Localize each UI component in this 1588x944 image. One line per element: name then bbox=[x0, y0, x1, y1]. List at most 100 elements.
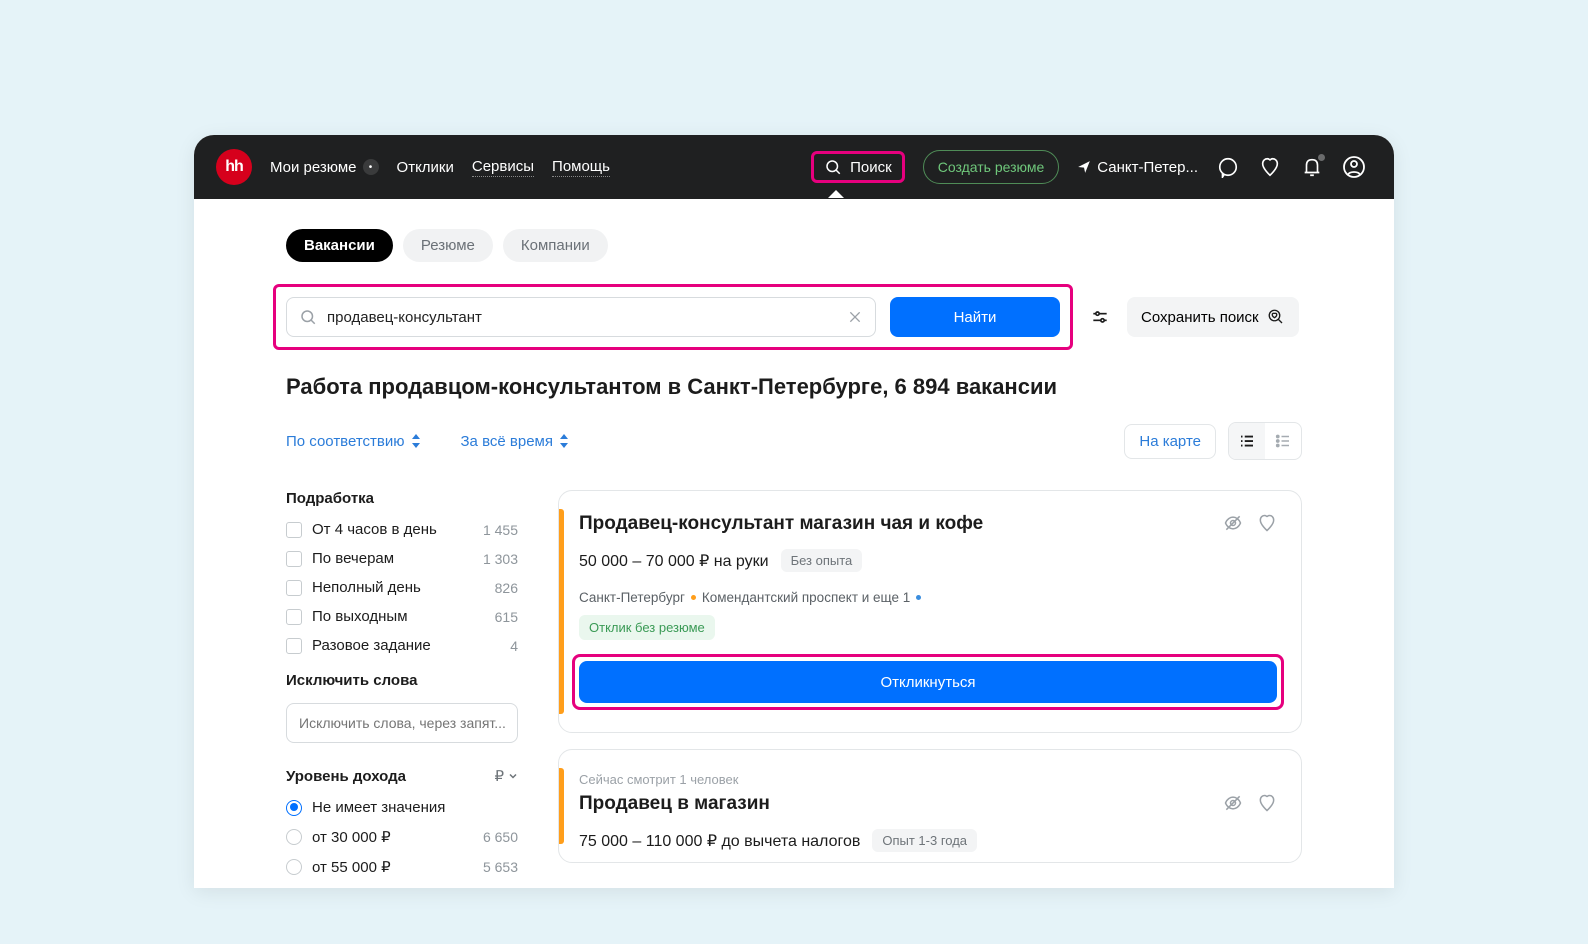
metro-label: Комендантский проспект и еще 1 bbox=[702, 590, 910, 605]
profile-icon[interactable] bbox=[1342, 155, 1366, 179]
page-title: Работа продавцом-консультантом в Санкт-П… bbox=[286, 374, 1302, 400]
filter-checkbox-row[interactable]: По вечерам1 303 bbox=[286, 550, 518, 567]
card-accent-stripe bbox=[559, 509, 564, 714]
no-resume-chip: Отклик без резюме bbox=[579, 615, 715, 640]
filter-radio-row[interactable]: Не имеет значения bbox=[286, 799, 518, 816]
income-title-label: Уровень дохода bbox=[286, 768, 406, 785]
checkbox-icon bbox=[286, 580, 302, 596]
filter-parttime-title: Подработка bbox=[286, 490, 518, 507]
search-type-tabs: Вакансии Резюме Компании bbox=[286, 229, 1302, 262]
filter-label: Неполный день bbox=[312, 579, 421, 596]
location-arrow-icon bbox=[1077, 160, 1091, 174]
hide-icon[interactable] bbox=[1223, 793, 1243, 813]
chat-icon[interactable] bbox=[1216, 155, 1240, 179]
salary-text: 50 000 – 70 000 ₽ на руки bbox=[579, 551, 769, 571]
main-columns: Подработка От 4 часов в день 1 455 По вече… bbox=[286, 490, 1302, 888]
radio-icon bbox=[286, 800, 302, 816]
filter-checkbox-row[interactable]: От 4 часов в день 1 455 bbox=[286, 521, 518, 538]
filter-label: от 30 000 ₽ bbox=[312, 828, 391, 846]
experience-chip: Опыт 1-3 года bbox=[872, 829, 977, 852]
tab-vacancies[interactable]: Вакансии bbox=[286, 229, 393, 262]
find-button[interactable]: Найти bbox=[890, 297, 1060, 337]
currency-label: ₽ bbox=[494, 767, 504, 785]
favorite-icon[interactable] bbox=[1257, 793, 1277, 813]
map-view-button[interactable]: На карте bbox=[1124, 424, 1216, 459]
vacancy-title: Продавец-консультант магазин чая и кофе bbox=[579, 513, 983, 535]
filter-checkbox-row[interactable]: Разовое задание 4 bbox=[286, 637, 518, 654]
clear-icon[interactable] bbox=[847, 309, 863, 325]
create-resume-button[interactable]: Создать резюме bbox=[923, 150, 1060, 184]
nav-search-label: Поиск bbox=[850, 159, 892, 176]
filter-count: 615 bbox=[495, 609, 518, 625]
salary-text: 75 000 – 110 000 ₽ до вычета налогов bbox=[579, 831, 860, 851]
hide-icon[interactable] bbox=[1223, 513, 1243, 533]
income-currency-selector[interactable]: ₽ bbox=[494, 767, 518, 785]
card-accent-stripe bbox=[559, 768, 564, 844]
sort-period[interactable]: За всё время bbox=[461, 433, 569, 450]
viewing-now-label: Сейчас смотрит 1 человек bbox=[579, 772, 1277, 787]
filter-count: 1 455 bbox=[483, 522, 518, 538]
metro-dot-icon bbox=[916, 595, 921, 600]
favorite-icon[interactable] bbox=[1257, 513, 1277, 533]
sort-arrows-icon bbox=[411, 434, 421, 448]
nav-help[interactable]: Помощь bbox=[552, 158, 610, 177]
apply-highlight: Откликнуться bbox=[572, 654, 1284, 710]
favorites-icon[interactable] bbox=[1258, 155, 1282, 179]
filter-count: 4 bbox=[510, 638, 518, 654]
app-window: hh Мои резюме • Отклики Сервисы Помощь П… bbox=[194, 135, 1394, 888]
nav-services[interactable]: Сервисы bbox=[472, 158, 534, 177]
city-label: Санкт-Петербург bbox=[579, 590, 685, 605]
filter-label: Разовое задание bbox=[312, 637, 431, 654]
sort-period-label: За всё время bbox=[461, 433, 553, 450]
tab-companies[interactable]: Компании bbox=[503, 229, 608, 262]
save-search-label: Сохранить поиск bbox=[1141, 309, 1259, 326]
sort-relevance-label: По соответствию bbox=[286, 433, 405, 450]
filter-income-title: Уровень дохода ₽ bbox=[286, 767, 518, 785]
vacancy-title: Продавец в магазин bbox=[579, 793, 770, 815]
radio-icon bbox=[286, 859, 302, 875]
save-search-button[interactable]: Сохранить поиск bbox=[1127, 297, 1299, 337]
view-compact-icon[interactable] bbox=[1265, 423, 1301, 459]
nav-search-button[interactable]: Поиск bbox=[811, 151, 905, 183]
filter-radio-row[interactable]: от 30 000 ₽ 6 650 bbox=[286, 828, 518, 846]
vacancy-card[interactable]: Сейчас смотрит 1 человек Продавец в мага… bbox=[558, 749, 1302, 863]
heart-search-icon bbox=[1267, 308, 1285, 326]
filter-settings-icon[interactable] bbox=[1089, 306, 1111, 328]
filters-sidebar: Подработка От 4 часов в день 1 455 По вече… bbox=[286, 490, 518, 888]
filter-count: 826 bbox=[495, 580, 518, 596]
vacancy-card[interactable]: Продавец-консультант магазин чая и кофе … bbox=[558, 490, 1302, 733]
sort-arrows-icon bbox=[559, 434, 569, 448]
filter-exclude-title: Исключить слова bbox=[286, 672, 518, 689]
apply-button[interactable]: Откликнуться bbox=[579, 661, 1277, 703]
filter-label: Не имеет значения bbox=[312, 799, 445, 816]
search-row-highlight: Найти bbox=[273, 284, 1073, 350]
search-icon bbox=[299, 308, 317, 326]
sort-relevance[interactable]: По соответствию bbox=[286, 433, 421, 450]
view-toggle bbox=[1228, 422, 1302, 460]
tab-resumes[interactable]: Резюме bbox=[403, 229, 493, 262]
top-nav-bar: hh Мои резюме • Отклики Сервисы Помощь П… bbox=[194, 135, 1394, 199]
filter-checkbox-row[interactable]: Неполный день 826 bbox=[286, 579, 518, 596]
filter-count: 6 650 bbox=[483, 829, 518, 845]
filter-checkbox-row[interactable]: По выходным 615 bbox=[286, 608, 518, 625]
filter-radio-row[interactable]: от 55 000 ₽5 653 bbox=[286, 858, 518, 876]
nav-my-resumes[interactable]: Мои резюме • bbox=[270, 159, 379, 176]
resume-count-badge: • bbox=[363, 159, 379, 175]
location-selector[interactable]: Санкт-Петер... bbox=[1077, 159, 1198, 176]
view-detailed-icon[interactable] bbox=[1229, 423, 1265, 459]
filter-label: От 4 часов в день bbox=[312, 521, 437, 538]
logo-hh[interactable]: hh bbox=[216, 149, 252, 185]
page-body: Вакансии Резюме Компании Найти Сохранить… bbox=[194, 199, 1394, 888]
chevron-down-icon bbox=[508, 771, 518, 781]
filter-label: По вечерам bbox=[312, 550, 394, 567]
nav-responses[interactable]: Отклики bbox=[397, 159, 454, 176]
location-row: Санкт-Петербург Комендантский проспект и… bbox=[579, 590, 1277, 605]
checkbox-icon bbox=[286, 609, 302, 625]
sort-controls: По соответствию За всё время На карте bbox=[286, 422, 1302, 460]
nav-my-resumes-label: Мои резюме bbox=[270, 159, 357, 176]
filter-label: По выходным bbox=[312, 608, 408, 625]
checkbox-icon bbox=[286, 522, 302, 538]
notifications-icon[interactable] bbox=[1300, 155, 1324, 179]
search-input[interactable] bbox=[327, 309, 837, 326]
exclude-words-input[interactable] bbox=[286, 703, 518, 743]
